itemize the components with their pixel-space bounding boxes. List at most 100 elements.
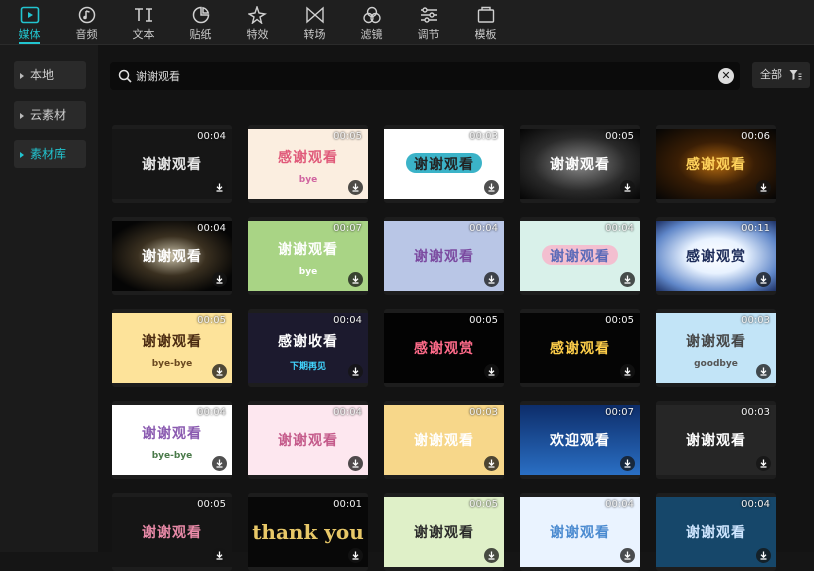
asset-card[interactable]: 谢谢观看 00:04	[384, 217, 504, 295]
asset-card[interactable]: 谢谢观看 bye 00:07	[248, 217, 368, 295]
tab-template[interactable]: 模板	[457, 0, 514, 44]
download-icon[interactable]	[484, 364, 499, 379]
duration-label: 00:05	[605, 315, 634, 326]
tab-effects[interactable]: 特效	[229, 0, 286, 44]
download-icon[interactable]	[484, 548, 499, 563]
download-icon[interactable]	[484, 456, 499, 471]
download-icon[interactable]	[620, 364, 635, 379]
asset-card[interactable]: 谢谢观看 00:04	[112, 125, 232, 203]
tab-audio[interactable]: 音频	[58, 0, 115, 44]
asset-card[interactable]: 谢谢观看 goodbye 00:03	[656, 309, 776, 387]
tab-transition[interactable]: 转场	[286, 0, 343, 44]
asset-thumbnail: 欢迎观看 00:07	[520, 405, 640, 475]
clear-search-button[interactable]: ✕	[718, 68, 734, 84]
asset-card[interactable]: 谢谢观看 00:05	[112, 493, 232, 571]
asset-caption: 谢谢观看	[414, 525, 474, 541]
asset-caption: 谢谢观看	[414, 249, 474, 265]
download-icon[interactable]	[348, 548, 363, 563]
download-icon[interactable]	[348, 180, 363, 195]
asset-caption: 谢谢观看	[414, 433, 474, 449]
asset-card[interactable]: thank you 00:01	[248, 493, 368, 571]
asset-thumbnail: 谢谢观看 00:05	[112, 497, 232, 567]
sidebar-item-cloud[interactable]: 云素材	[14, 101, 86, 129]
asset-thumbnail: 谢谢观看 bye-bye 00:04	[112, 405, 232, 475]
download-icon[interactable]	[620, 548, 635, 563]
asset-card[interactable]: 谢谢观看 00:04	[112, 217, 232, 295]
music-note-icon	[78, 6, 95, 24]
search-input[interactable]	[136, 66, 696, 86]
text-icon	[134, 8, 152, 22]
asset-card[interactable]: 谢谢观看 00:03	[656, 401, 776, 479]
asset-thumbnail: 谢谢观看 00:05	[384, 497, 504, 567]
download-icon[interactable]	[484, 180, 499, 195]
download-icon[interactable]	[756, 364, 771, 379]
download-icon[interactable]	[756, 180, 771, 195]
download-icon[interactable]	[620, 272, 635, 287]
sidebar: 本地 云素材 素材库	[0, 45, 98, 552]
asset-card[interactable]: 谢谢观看 00:03	[384, 401, 504, 479]
asset-card[interactable]: 感谢观赏 00:11	[656, 217, 776, 295]
asset-card[interactable]: 感谢观赏 00:05	[384, 309, 504, 387]
asset-caption: 感谢观赏	[414, 341, 474, 357]
tab-label: 贴纸	[189, 28, 212, 41]
asset-card[interactable]: 谢谢观看 00:04	[656, 493, 776, 571]
download-icon[interactable]	[348, 364, 363, 379]
duration-label: 00:04	[197, 223, 226, 234]
asset-caption: 感谢观赏	[686, 249, 746, 265]
asset-card[interactable]: 谢谢观看 00:03	[384, 125, 504, 203]
download-icon[interactable]	[756, 456, 771, 471]
asset-card[interactable]: 谢谢观看 bye-bye 00:05	[112, 309, 232, 387]
asset-card[interactable]: 谢谢观看 00:05	[384, 493, 504, 571]
template-icon	[477, 6, 494, 23]
tab-filter[interactable]: 滤镜	[343, 0, 400, 44]
asset-caption: 谢谢观看	[550, 525, 610, 541]
asset-card[interactable]: 谢谢观看 00:04	[520, 217, 640, 295]
tab-sticker[interactable]: 贴纸	[172, 0, 229, 44]
download-icon[interactable]	[212, 180, 227, 195]
asset-card[interactable]: 感谢观看 00:06	[656, 125, 776, 203]
asset-card[interactable]: 谢谢观看 00:05	[520, 125, 640, 203]
play-square-icon	[20, 6, 39, 24]
duration-label: 00:01	[333, 499, 362, 510]
duration-label: 00:04	[469, 223, 498, 234]
asset-card[interactable]: 感谢观看 bye 00:05	[248, 125, 368, 203]
tab-text[interactable]: 文本	[115, 0, 172, 44]
asset-thumbnail: 谢谢观看 bye 00:07	[248, 221, 368, 291]
asset-card[interactable]: 谢谢观看 bye-bye 00:04	[112, 401, 232, 479]
asset-card[interactable]: 感谢观看 00:05	[520, 309, 640, 387]
asset-thumbnail: 谢谢观看 00:04	[112, 129, 232, 199]
duration-label: 00:05	[605, 131, 634, 142]
tab-label: 调节	[417, 28, 440, 41]
sidebar-item-library[interactable]: 素材库	[14, 140, 86, 168]
download-icon[interactable]	[756, 272, 771, 287]
filter-dropdown[interactable]: 全部	[752, 62, 810, 88]
asset-card[interactable]: 谢谢观看 00:04	[520, 493, 640, 571]
asset-caption: 谢谢观看	[414, 157, 474, 173]
download-icon[interactable]	[212, 548, 227, 563]
tab-media[interactable]: 媒体	[1, 0, 58, 44]
download-icon[interactable]	[212, 364, 227, 379]
duration-label: 00:03	[741, 407, 770, 418]
tab-label: 音频	[75, 28, 98, 41]
duration-label: 00:04	[197, 407, 226, 418]
tab-label: 特效	[246, 28, 269, 41]
tab-adjust[interactable]: 调节	[400, 0, 457, 44]
download-icon[interactable]	[620, 456, 635, 471]
duration-label: 00:07	[605, 407, 634, 418]
download-icon[interactable]	[756, 548, 771, 563]
asset-card[interactable]: 谢谢观看 00:04	[248, 401, 368, 479]
download-icon[interactable]	[212, 456, 227, 471]
sidebar-item-local[interactable]: 本地	[14, 61, 86, 89]
download-icon[interactable]	[212, 272, 227, 287]
download-icon[interactable]	[348, 272, 363, 287]
duration-label: 00:04	[197, 131, 226, 142]
download-icon[interactable]	[484, 272, 499, 287]
asset-caption: thank you	[252, 520, 364, 544]
asset-card[interactable]: 欢迎观看 00:07	[520, 401, 640, 479]
download-icon[interactable]	[620, 180, 635, 195]
download-icon[interactable]	[348, 456, 363, 471]
asset-thumbnail: 谢谢观看 goodbye 00:03	[656, 313, 776, 383]
asset-card[interactable]: 感谢收看 下期再见 00:04	[248, 309, 368, 387]
asset-thumbnail: 谢谢观看 00:03	[656, 405, 776, 475]
asset-thumbnail: 谢谢观看 00:04	[520, 221, 640, 291]
